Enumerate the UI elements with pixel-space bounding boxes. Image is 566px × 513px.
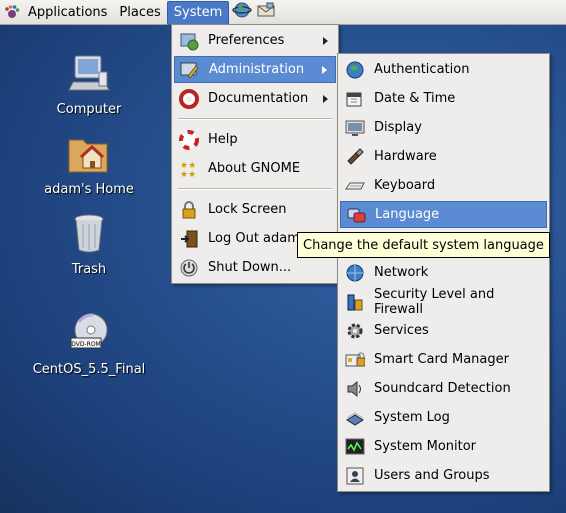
display-icon [344, 117, 366, 139]
menu-item-security[interactable]: Security Level and Firewall [340, 286, 547, 317]
submenu-arrow-icon [323, 94, 328, 103]
menu-item-label: Smart Card Manager [374, 352, 509, 367]
menu-item-label: Keyboard [374, 178, 436, 193]
desktop-icon-trash[interactable]: Trash [29, 210, 149, 277]
menu-item-system-log[interactable]: System Log [340, 404, 547, 431]
documentation-icon [178, 88, 200, 110]
desktop-icon-computer[interactable]: Computer [29, 50, 149, 117]
menu-item-label: Administration [209, 62, 305, 77]
desktop-icon-label: Computer [56, 102, 122, 117]
menu-item-label: Security Level and Firewall [373, 286, 495, 317]
menu-item-label: Shut Down... [208, 260, 292, 275]
menu-item-label: Network [374, 265, 429, 280]
menu-item-label: Services [374, 323, 429, 338]
desktop-icon-label: CentOS_5.5_Final [32, 362, 146, 377]
menu-item-authentication[interactable]: Authentication [340, 56, 547, 83]
menu-item-label: Language [375, 207, 440, 222]
menu-item-smart-card[interactable]: Smart Card Manager [340, 346, 547, 373]
desktop-icon-dvd[interactable]: DVD-ROM CentOS_5.5_Final [29, 310, 149, 377]
menu-item-label: Soundcard Detection [374, 381, 511, 396]
submenu-arrow-icon [322, 65, 327, 74]
administration-icon [179, 59, 201, 81]
menu-separator [178, 188, 332, 190]
menu-item-language[interactable]: Language [340, 201, 547, 228]
help-icon [178, 129, 200, 151]
hardware-icon [344, 146, 366, 168]
menu-item-label: Help [208, 132, 238, 147]
security-icon [344, 291, 366, 313]
system-menu[interactable]: System [166, 0, 230, 25]
menu-item-label: System Monitor [374, 439, 477, 454]
desktop-icon-home[interactable]: adam's Home [29, 130, 149, 197]
preferences-icon [178, 30, 200, 52]
menu-item-soundcard[interactable]: Soundcard Detection [340, 375, 547, 402]
administration-submenu: Authentication Date & Time Display Hardw… [337, 53, 550, 492]
menu-item-label: Lock Screen [208, 202, 287, 217]
smartcard-icon [344, 349, 366, 371]
soundcard-icon [344, 378, 366, 400]
network-icon [344, 262, 366, 284]
menu-item-lock-screen[interactable]: Lock Screen [174, 196, 336, 223]
language-icon [345, 204, 367, 226]
menu-item-administration[interactable]: Administration [174, 56, 336, 83]
email-launcher[interactable] [255, 2, 277, 22]
dvd-icon: DVD-ROM [65, 310, 113, 358]
shutdown-icon [178, 257, 200, 279]
menu-separator [178, 118, 332, 120]
menu-item-preferences[interactable]: Preferences [174, 27, 336, 54]
menu-item-keyboard[interactable]: Keyboard [340, 172, 547, 199]
svg-text:DVD-ROM: DVD-ROM [71, 341, 100, 348]
email-icon [256, 1, 276, 23]
menu-item-users-groups[interactable]: Users and Groups [340, 462, 547, 489]
web-browser-icon [232, 1, 252, 23]
menu-item-label: Users and Groups [374, 468, 490, 483]
svg-text:★★: ★★ [180, 170, 196, 179]
menu-item-label: Display [374, 120, 422, 135]
menu-item-system-monitor[interactable]: System Monitor [340, 433, 547, 460]
menu-item-label: System Log [374, 410, 450, 425]
menu-item-about-gnome[interactable]: ★★ ★★ About GNOME [174, 155, 336, 182]
menu-item-help[interactable]: Help [174, 126, 336, 153]
services-icon [344, 320, 366, 342]
menu-item-hardware[interactable]: Hardware [340, 143, 547, 170]
places-menu[interactable]: Places [113, 2, 166, 24]
applications-menu[interactable]: Applications [22, 2, 113, 24]
date-time-icon [344, 88, 366, 110]
menu-item-label: Documentation [208, 91, 309, 106]
tooltip: Change the default system language [297, 232, 550, 258]
submenu-arrow-icon [323, 36, 328, 45]
menu-item-label: About GNOME [208, 161, 301, 176]
authentication-icon [344, 59, 366, 81]
system-monitor-icon [344, 436, 366, 458]
menu-item-display[interactable]: Display [340, 114, 547, 141]
system-log-icon [344, 407, 366, 429]
menu-item-label: Authentication [374, 62, 470, 77]
logout-icon [178, 228, 200, 250]
gnome-foot-icon[interactable] [4, 4, 20, 20]
menu-item-shut-down[interactable]: Shut Down... [174, 254, 336, 281]
desktop-icon-label: adam's Home [44, 182, 134, 197]
users-groups-icon [344, 465, 366, 487]
home-folder-icon [65, 130, 113, 178]
menu-item-date-time[interactable]: Date & Time [340, 85, 547, 112]
desktop-icon-label: Trash [71, 262, 107, 277]
top-panel: Applications Places System [0, 0, 566, 25]
menu-item-services[interactable]: Services [340, 317, 547, 344]
trash-icon [65, 210, 113, 258]
lock-icon [178, 199, 200, 221]
menu-item-documentation[interactable]: Documentation [174, 85, 336, 112]
menu-item-label: Preferences [208, 33, 285, 48]
menu-item-network[interactable]: Network [340, 259, 547, 286]
web-browser-launcher[interactable] [231, 2, 253, 22]
keyboard-icon [344, 175, 366, 197]
about-gnome-icon: ★★ ★★ [178, 158, 200, 180]
menu-item-label: Hardware [374, 149, 437, 164]
menu-item-label: Date & Time [374, 91, 456, 106]
computer-icon [65, 50, 113, 98]
